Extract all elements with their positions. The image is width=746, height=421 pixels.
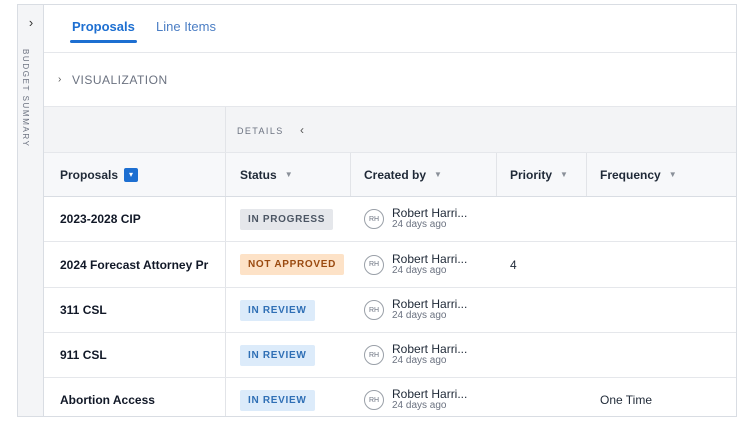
avatar: RH [364, 345, 384, 365]
table-row[interactable]: 2024 Forecast Attorney Pr NOT APPROVED R… [44, 242, 736, 288]
proposal-name[interactable]: 2024 Forecast Attorney Pr [60, 258, 208, 272]
header-status[interactable]: Status ▼ [240, 153, 350, 196]
creator-name: Robert Harri... [392, 297, 468, 311]
caret-down-icon[interactable]: ▼ [285, 170, 293, 179]
status-badge: IN REVIEW [240, 299, 315, 321]
column-divider [225, 153, 226, 196]
column-divider [225, 333, 226, 377]
avatar: RH [364, 254, 384, 275]
table-row[interactable]: 311 CSL IN REVIEW RH Robert Harri... 24 … [44, 288, 736, 333]
priority-value: 4 [510, 257, 517, 272]
status-badge: IN REVIEW [240, 389, 315, 411]
creator-name: Robert Harri... [392, 206, 468, 220]
visualization-toggle[interactable]: › VISUALIZATION [44, 53, 736, 107]
tab-line-items[interactable]: Line Items [156, 19, 216, 34]
proposal-name[interactable]: Abortion Access [60, 393, 155, 407]
proposal-name[interactable]: 311 CSL [60, 303, 107, 317]
caret-down-icon[interactable]: ▼ [669, 170, 677, 179]
avatar: RH [364, 209, 384, 229]
tab-proposals[interactable]: Proposals [70, 19, 137, 43]
column-divider [225, 378, 226, 416]
chevron-right-icon: › [58, 74, 62, 85]
caret-down-icon[interactable]: ▼ [434, 170, 442, 179]
header-frequency-label: Frequency [600, 167, 661, 182]
avatar: RH [364, 390, 384, 410]
column-divider [350, 153, 351, 196]
table-row[interactable]: 2023-2028 CIP IN PROGRESS RH Robert Harr… [44, 197, 736, 242]
created-time: 24 days ago [392, 355, 447, 366]
creator-name: Robert Harri... [392, 387, 468, 401]
header-priority-label: Priority [510, 167, 553, 182]
caret-down-icon[interactable]: ▼ [560, 170, 568, 179]
column-divider [225, 242, 226, 287]
created-time: 24 days ago [392, 219, 447, 230]
status-badge: NOT APPROVED [240, 254, 345, 275]
table-header-row: Proposals ▾ Status ▼ Created by ▼ Priori… [44, 153, 736, 197]
header-frequency[interactable]: Frequency ▼ [600, 153, 720, 196]
chevron-left-icon[interactable]: ‹ [300, 123, 304, 137]
main-panel: Proposals Line Items › VISUALIZATION DET… [44, 5, 736, 416]
header-proposals[interactable]: Proposals ▾ [60, 153, 224, 196]
band-divider [225, 107, 226, 152]
column-divider [225, 288, 226, 332]
tab-bar: Proposals Line Items [44, 5, 736, 53]
budget-summary-sidebar[interactable]: › BUDGET SUMMARY [18, 5, 44, 416]
avatar: RH [364, 300, 384, 320]
creator-name: Robert Harri... [392, 251, 468, 266]
details-label: DETAILS [237, 126, 284, 136]
header-status-label: Status [240, 167, 277, 182]
header-proposals-label: Proposals [60, 167, 119, 182]
header-created-by-label: Created by [364, 167, 427, 182]
status-badge: IN PROGRESS [240, 208, 334, 230]
proposal-name[interactable]: 911 CSL [60, 348, 107, 362]
created-time: 24 days ago [392, 400, 447, 411]
header-created-by[interactable]: Created by ▼ [364, 153, 494, 196]
filter-icon[interactable]: ▾ [124, 167, 139, 182]
header-priority[interactable]: Priority ▼ [510, 153, 580, 196]
created-time: 24 days ago [392, 264, 447, 276]
table-row[interactable]: Abortion Access IN REVIEW RH Robert Harr… [44, 378, 736, 416]
column-divider [496, 153, 497, 196]
column-divider [586, 153, 587, 196]
created-time: 24 days ago [392, 310, 447, 321]
app-frame: › BUDGET SUMMARY Proposals Line Items › … [17, 4, 737, 417]
column-divider [225, 197, 226, 241]
frequency-value: One Time [600, 393, 653, 407]
creator-name: Robert Harri... [392, 342, 468, 356]
visualization-label: VISUALIZATION [72, 73, 168, 87]
status-badge: IN REVIEW [240, 344, 315, 366]
chevron-right-icon[interactable]: › [24, 15, 38, 30]
table-row[interactable]: 911 CSL IN REVIEW RH Robert Harri... 24 … [44, 333, 736, 378]
sidebar-label: BUDGET SUMMARY [21, 49, 30, 148]
details-band: DETAILS ‹ [44, 107, 736, 153]
proposal-name[interactable]: 2023-2028 CIP [60, 212, 141, 226]
